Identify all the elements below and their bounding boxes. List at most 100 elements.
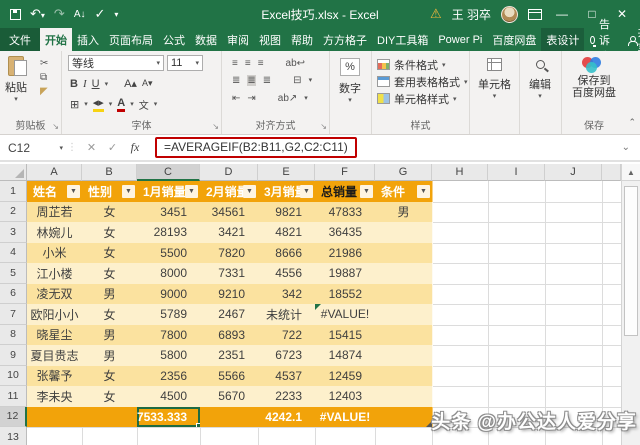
cell-H2[interactable] bbox=[432, 202, 489, 224]
cell-B5[interactable]: 女 bbox=[82, 263, 138, 285]
avatar[interactable] bbox=[501, 6, 518, 23]
align-center-icon[interactable]: ≣ bbox=[247, 75, 255, 86]
insert-function-icon[interactable]: fx bbox=[123, 140, 147, 155]
cell-E1[interactable]: 3月销量▼ bbox=[258, 181, 316, 203]
cell-K8[interactable] bbox=[602, 325, 621, 347]
cell-D10[interactable]: 5566 bbox=[200, 366, 259, 388]
cell-J10[interactable] bbox=[545, 366, 603, 388]
cell-B2[interactable]: 女 bbox=[82, 202, 138, 224]
cell-G8[interactable] bbox=[375, 325, 433, 347]
cell-G12[interactable] bbox=[375, 407, 433, 429]
cell-I9[interactable] bbox=[488, 345, 546, 367]
sort-icon[interactable]: A↓ bbox=[74, 9, 86, 20]
cell-F13[interactable] bbox=[315, 427, 376, 445]
tab-页面布局[interactable]: 页面布局 bbox=[104, 28, 158, 51]
cell-B11[interactable]: 女 bbox=[82, 386, 138, 408]
tab-文件[interactable]: 文件 bbox=[0, 28, 40, 51]
cell-D4[interactable]: 7820 bbox=[200, 243, 259, 265]
cell-G9[interactable] bbox=[375, 345, 433, 367]
cell-C3[interactable]: 28193 bbox=[137, 222, 201, 244]
tab-帮助[interactable]: 帮助 bbox=[286, 28, 318, 51]
font-size-select[interactable]: 11▾ bbox=[167, 55, 203, 71]
row-header-13[interactable]: 13 bbox=[0, 427, 27, 445]
cell-C13[interactable] bbox=[137, 427, 201, 445]
cell-A1[interactable]: 姓名▼ bbox=[27, 181, 83, 203]
cell-K11[interactable] bbox=[602, 386, 621, 408]
cell-J6[interactable] bbox=[545, 284, 603, 306]
cell-D3[interactable]: 3421 bbox=[200, 222, 259, 244]
cell-A3[interactable]: 林婉儿 bbox=[27, 222, 83, 244]
tab-公式[interactable]: 公式 bbox=[158, 28, 190, 51]
tab-审阅[interactable]: 审阅 bbox=[222, 28, 254, 51]
shrink-font-button[interactable]: A▾ bbox=[142, 78, 153, 89]
cell-E13[interactable] bbox=[258, 427, 316, 445]
alignment-launcher-icon[interactable]: ↘ bbox=[320, 122, 327, 131]
conditional-formatting-button[interactable]: 条件格式▾ bbox=[377, 56, 468, 73]
collapse-ribbon-icon[interactable]: ⌃ bbox=[628, 117, 636, 128]
filter-dropdown-icon[interactable]: ▼ bbox=[185, 185, 198, 198]
cell-H4[interactable] bbox=[432, 243, 489, 265]
column-header-C[interactable]: C bbox=[137, 164, 200, 181]
cells-button[interactable]: 单元格 ▾ bbox=[478, 58, 511, 100]
cell-F2[interactable]: 47833 bbox=[315, 202, 376, 224]
column-header-E[interactable]: E bbox=[258, 164, 315, 181]
italic-button[interactable]: I bbox=[83, 78, 87, 90]
cell-K5[interactable] bbox=[602, 263, 621, 285]
cell-K2[interactable] bbox=[602, 202, 621, 224]
cell-C7[interactable]: 5789 bbox=[137, 304, 201, 326]
tab-百度网盘[interactable]: 百度网盘 bbox=[487, 28, 541, 51]
font-color-button[interactable]: A bbox=[117, 97, 125, 112]
cell-E4[interactable]: 8666 bbox=[258, 243, 316, 265]
cell-J7[interactable] bbox=[545, 304, 603, 326]
vertical-scrollbar[interactable]: ▲ bbox=[621, 164, 640, 445]
save-icon[interactable] bbox=[10, 9, 21, 20]
cell-J9[interactable] bbox=[545, 345, 603, 367]
merge-center-icon[interactable]: ⊟ bbox=[293, 75, 301, 86]
orientation-icon[interactable]: ab↗ bbox=[278, 93, 298, 104]
name-box[interactable]: C12▾ bbox=[0, 141, 63, 155]
tell-me-box[interactable]: 告诉我 bbox=[584, 28, 619, 51]
cell-D12[interactable] bbox=[200, 407, 259, 429]
cell-E8[interactable]: 722 bbox=[258, 325, 316, 347]
cell-D6[interactable]: 9210 bbox=[200, 284, 259, 306]
cell-H7[interactable] bbox=[432, 304, 489, 326]
cell-C9[interactable]: 5800 bbox=[137, 345, 201, 367]
underline-button[interactable]: U bbox=[92, 78, 100, 90]
scroll-up-icon[interactable]: ▲ bbox=[622, 164, 640, 181]
cell-E6[interactable]: 342 bbox=[258, 284, 316, 306]
column-header-J[interactable]: J bbox=[545, 164, 602, 181]
cell-J3[interactable] bbox=[545, 222, 603, 244]
cell-E7[interactable]: 未统计 bbox=[258, 304, 316, 326]
ribbon-display-options-icon[interactable] bbox=[528, 9, 542, 20]
cell-C11[interactable]: 4500 bbox=[137, 386, 201, 408]
cell-I8[interactable] bbox=[488, 325, 546, 347]
cell-B9[interactable]: 男 bbox=[82, 345, 138, 367]
cell-I10[interactable] bbox=[488, 366, 546, 388]
expand-formula-bar-icon[interactable]: ⌄ bbox=[622, 142, 640, 153]
cell-C1[interactable]: 1月销量▼ bbox=[137, 181, 201, 203]
cell-I7[interactable] bbox=[488, 304, 546, 326]
cell-H3[interactable] bbox=[432, 222, 489, 244]
spell-check-icon[interactable]: ✓ bbox=[95, 6, 106, 22]
cell-G13[interactable] bbox=[375, 427, 433, 445]
cell-F9[interactable]: 14874 bbox=[315, 345, 376, 367]
row-header-5[interactable]: 5 bbox=[0, 263, 27, 284]
cell-G5[interactable] bbox=[375, 263, 433, 285]
cell-I1[interactable] bbox=[488, 181, 546, 203]
row-header-4[interactable]: 4 bbox=[0, 243, 27, 264]
cell-E3[interactable]: 4821 bbox=[258, 222, 316, 244]
enter-icon[interactable]: ✓ bbox=[102, 141, 123, 154]
cell-C4[interactable]: 5500 bbox=[137, 243, 201, 265]
cell-styles-button[interactable]: 单元格样式▾ bbox=[377, 90, 468, 107]
cell-C8[interactable]: 7800 bbox=[137, 325, 201, 347]
cell-F6[interactable]: 18552 bbox=[315, 284, 376, 306]
tab-开始[interactable]: 开始 bbox=[40, 28, 72, 51]
borders-button[interactable]: ⊞ bbox=[70, 98, 79, 111]
cell-D2[interactable]: 34561 bbox=[200, 202, 259, 224]
row-header-6[interactable]: 6 bbox=[0, 284, 27, 305]
filter-dropdown-icon[interactable]: ▼ bbox=[243, 185, 256, 198]
row-header-1[interactable]: 1 bbox=[0, 181, 27, 202]
cell-A12[interactable] bbox=[27, 407, 83, 429]
close-button[interactable]: ✕ bbox=[612, 7, 632, 21]
cell-E11[interactable]: 2233 bbox=[258, 386, 316, 408]
